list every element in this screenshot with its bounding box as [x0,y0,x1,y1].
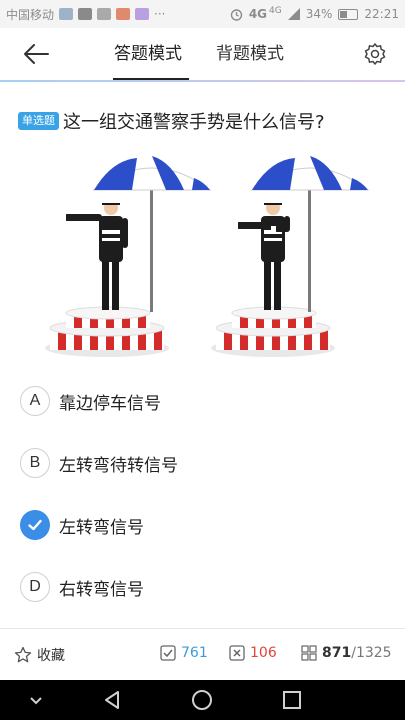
favorite-button[interactable]: 收藏 [14,645,65,665]
wrong-count[interactable]: 106 [229,645,277,661]
notification-icon [78,8,93,20]
wrong-count-value: 106 [250,645,277,661]
question-type-badge: 单选题 [18,112,59,130]
battery-icon [338,8,359,20]
bottom-toolbar: 收藏 761 106 871/1325 [0,628,405,680]
chevron-down-icon[interactable] [24,688,48,712]
system-nav-bar [0,680,405,720]
notification-icon [116,8,131,20]
current-question-number: 871 [322,645,352,661]
total-questions: /1325 [351,645,392,661]
option-text: 右转弯信号 [59,579,144,600]
alarm-icon [230,8,243,21]
grid-icon [301,645,317,661]
option-a[interactable]: A 靠边停车信号 [20,383,390,419]
checkmark-icon [20,510,50,540]
question-text: 这一组交通警察手势是什么信号? [63,112,325,133]
battery-percent: 34% [305,7,333,21]
favorite-label: 收藏 [37,648,65,664]
app-header: 答题模式 背题模式 [0,28,405,80]
signal-icon [287,8,300,20]
back-arrow-icon[interactable] [18,40,52,68]
carrier-label: 中国移动 [6,7,55,22]
more-notifications: ··· [154,7,166,21]
option-text: 靠边停车信号 [59,393,161,414]
header-divider [0,80,405,82]
gear-icon[interactable] [363,42,387,66]
option-c[interactable]: 左转弯信号 [20,507,390,543]
option-b[interactable]: B 左转弯待转信号 [20,445,390,481]
star-icon [14,646,32,663]
option-letter: D [20,572,50,602]
back-triangle-icon[interactable] [100,688,124,712]
option-text: 左转弯待转信号 [59,455,178,476]
traffic-police-figure-right [211,156,370,357]
network-sub-label: 4G [269,6,282,16]
notification-icon [97,8,112,20]
wrong-box-icon [229,645,245,661]
status-bar: 中国移动 ··· 4G 4G 34% 22:21 [0,0,405,28]
correct-checkbox-icon [160,645,176,661]
correct-count-value: 761 [181,645,208,661]
question-image [45,156,370,357]
option-letter: A [20,386,50,416]
notification-icon [59,8,74,20]
traffic-police-figure-left [45,156,212,357]
tab-answer-mode[interactable]: 答题模式 [114,42,182,66]
tab-memorize-mode[interactable]: 背题模式 [216,42,284,66]
recents-square-icon[interactable] [280,688,304,712]
question-stem: 单选题 这一组交通警察手势是什么信号? [18,108,325,134]
option-text: 左转弯信号 [59,517,144,538]
notification-icon [135,8,150,20]
question-progress[interactable]: 871/1325 [301,645,392,661]
option-letter: B [20,448,50,478]
option-d[interactable]: D 右转弯信号 [20,569,390,605]
home-circle-icon[interactable] [190,688,214,712]
network-label: 4G [248,7,268,21]
correct-count[interactable]: 761 [160,645,208,661]
clock: 22:21 [364,7,399,21]
